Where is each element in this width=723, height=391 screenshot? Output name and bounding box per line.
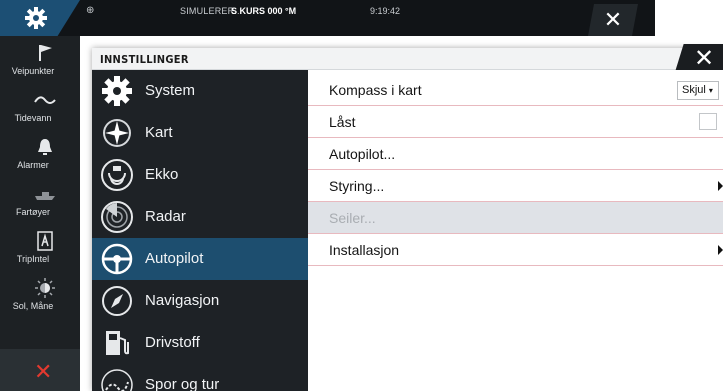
close-icon: ✕ [603, 7, 623, 32]
dialog-title: INNSTILLINGER [100, 53, 189, 66]
close-icon: ✕ [34, 359, 53, 384]
setting-autopilot[interactable]: Autopilot... [308, 138, 723, 170]
category-navigasjon[interactable]: Navigasjon [92, 280, 308, 322]
clock: 9:19:42 [370, 6, 401, 16]
chart-compass-icon [103, 119, 131, 147]
category-label: Spor og tur [145, 376, 220, 391]
sidebar-item-label: Alarmer [17, 160, 49, 170]
sidebar-item-alarmer[interactable]: Alarmer [0, 134, 80, 178]
flag-icon [39, 45, 52, 61]
sidebar-close-button[interactable]: ✕ [0, 349, 80, 391]
steering-wheel-icon [101, 243, 133, 275]
category-spor-og-tur[interactable]: Spor og tur [92, 364, 308, 391]
category-kart[interactable]: Kart [92, 112, 308, 154]
sidebar-item-label: Tidevann [14, 113, 52, 123]
setting-label: Installasjon [329, 242, 400, 258]
echo-sonar-icon [101, 159, 133, 191]
category-radar[interactable]: Radar [92, 196, 308, 238]
vessel-icon [35, 192, 55, 200]
setting-label: Autopilot... [329, 146, 396, 162]
sidebar-item-sol-mane[interactable]: Sol, Måne [0, 275, 80, 319]
course-readout: S KURS 000 °M [231, 6, 297, 16]
bell-icon [38, 139, 52, 155]
fuel-pump-icon [106, 331, 129, 355]
category-label: System [145, 82, 196, 99]
setting-label: Styring... [329, 178, 385, 194]
chevron-down-icon: ▾ [708, 86, 713, 95]
setting-styring[interactable]: Styring... [308, 170, 723, 202]
setting-label: Låst [329, 114, 356, 130]
category-label: Kart [145, 124, 173, 141]
submenu-arrow-icon [718, 245, 723, 255]
settings-dialog: INNSTILLINGER ✕ System Kart Ekko Radar A… [92, 44, 723, 391]
gear-icon [25, 7, 47, 29]
submenu-arrow-icon [718, 181, 723, 191]
sidebar-item-veipunkter[interactable]: Veipunkter [0, 40, 80, 84]
sidebar-item-tidevann[interactable]: Tidevann [0, 87, 80, 131]
sidebar-item-label: Veipunkter [11, 66, 55, 76]
close-button[interactable]: ✕ [588, 4, 638, 36]
dialog-header: INNSTILLINGER [92, 48, 723, 70]
gear-icon [102, 76, 132, 106]
setting-installasjon[interactable]: Installasjon [308, 234, 723, 266]
tripintel-icon [37, 231, 53, 251]
setting-kompass-i-kart[interactable]: Kompass i kart Skjul ▾ [308, 74, 723, 106]
setting-label: Kompass i kart [329, 82, 422, 98]
trail-icon [101, 369, 133, 391]
category-drivstoff[interactable]: Drivstoff [92, 322, 308, 364]
category-label: Radar [145, 208, 186, 225]
locked-checkbox[interactable] [699, 113, 717, 130]
sidebar-item-label: Fartøyer [15, 207, 50, 217]
sun-moon-icon [35, 278, 55, 298]
category-list: System Kart Ekko Radar Autopilot Navigas… [92, 70, 308, 391]
globe-icon: ⊕ [86, 5, 95, 16]
sidebar: Veipunkter Tidevann Alarmer Fartøyer Tri… [0, 36, 80, 391]
category-autopilot[interactable]: Autopilot [92, 238, 308, 280]
sidebar-item-fartoyer[interactable]: Fartøyer [0, 181, 80, 225]
category-label: Ekko [145, 166, 179, 183]
settings-panel: Kompass i kart Skjul ▾ Låst Autopilot...… [308, 70, 723, 391]
setting-last[interactable]: Låst [308, 106, 723, 138]
setting-seiler: Seiler... [308, 202, 723, 234]
setting-label: Seiler... [329, 210, 376, 226]
sidebar-item-label: Sol, Måne [12, 301, 54, 311]
category-system[interactable]: System [92, 70, 308, 112]
close-icon: ✕ [693, 44, 715, 72]
kompass-select[interactable]: Skjul ▾ [677, 81, 719, 100]
select-value: Skjul [682, 84, 706, 96]
radar-icon [101, 201, 133, 233]
category-ekko[interactable]: Ekko [92, 154, 308, 196]
top-status-bar: ⊕ SIMULERER... S KURS 000 °M 9:19:42 ✕ [0, 0, 655, 36]
category-label: Autopilot [145, 250, 204, 267]
category-label: Navigasjon [145, 292, 220, 309]
navigation-compass-icon [102, 286, 132, 316]
sidebar-item-label: TripIntel [16, 254, 50, 264]
category-label: Drivstoff [145, 334, 200, 351]
settings-tab[interactable] [0, 0, 80, 36]
sidebar-item-tripintel[interactable]: TripIntel [0, 228, 80, 272]
tide-wave-icon [34, 96, 56, 104]
